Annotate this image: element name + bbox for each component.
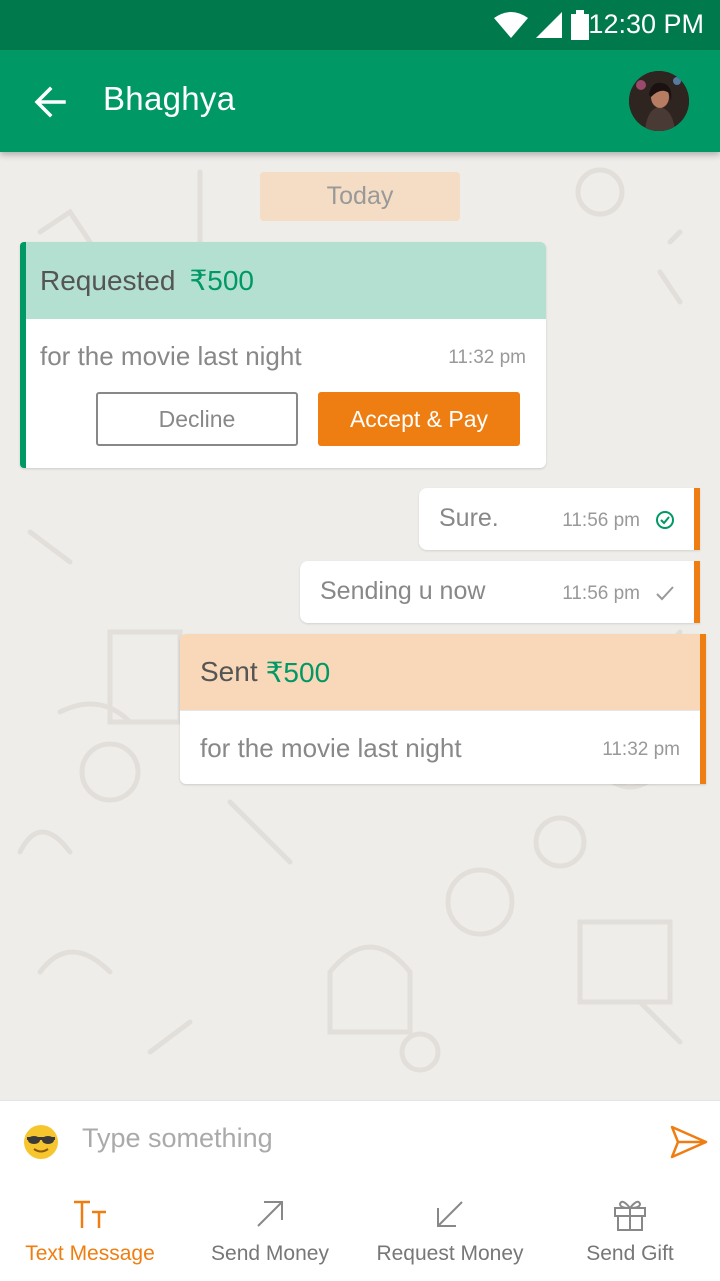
tab-send-money[interactable]: Send Money xyxy=(180,1196,360,1281)
arrow-down-left-icon xyxy=(437,1201,463,1227)
message-bubble[interactable]: Sure. 11:56 pm xyxy=(419,488,700,550)
tab-label: Send Gift xyxy=(586,1242,674,1265)
sent-time: 11:32 pm xyxy=(602,739,680,760)
status-icons xyxy=(494,10,590,40)
sent-note-row: for the movie last night 11:32 pm xyxy=(180,711,700,783)
status-bar: 12:30 PM xyxy=(0,0,720,50)
app-bar: Bhaghya xyxy=(0,50,720,152)
sent-header: Sent ₹500 xyxy=(180,634,700,711)
money-sent-card: Sent ₹500 for the movie last night 11:32… xyxy=(180,634,706,784)
check-circle-icon xyxy=(656,511,674,529)
contact-name: Bhaghya xyxy=(103,80,236,117)
request-label: Requested xyxy=(40,264,176,296)
wifi-icon xyxy=(494,12,528,38)
check-icon xyxy=(656,586,674,601)
message-time: 11:56 pm xyxy=(562,583,640,604)
battery-icon xyxy=(571,10,589,40)
message-text: Sure. xyxy=(439,504,499,532)
message-bubble[interactable]: Sending u now 11:56 pm xyxy=(300,561,700,623)
sent-label: Sent xyxy=(200,656,258,687)
money-request-card: Requested ₹500 for the movie last night … xyxy=(20,242,546,468)
avatar[interactable] xyxy=(629,71,689,131)
chat-area[interactable]: Today Requested ₹500 for the movie last … xyxy=(0,152,720,1100)
emoji-sunglasses-icon[interactable] xyxy=(22,1123,60,1161)
composer-area: Text Message Send Money Request Money Se… xyxy=(0,1100,720,1281)
back-arrow-icon[interactable] xyxy=(30,80,74,124)
request-time: 11:32 pm xyxy=(448,347,526,368)
message-input[interactable] xyxy=(82,1123,642,1154)
tab-request-money[interactable]: Request Money xyxy=(360,1196,540,1281)
sent-note: for the movie last night xyxy=(200,733,462,763)
tab-label: Text Message xyxy=(25,1242,155,1265)
accept-pay-button[interactable]: Accept & Pay xyxy=(318,392,520,446)
send-icon[interactable] xyxy=(670,1125,708,1159)
message-text: Sending u now xyxy=(320,577,486,605)
arrow-up-right-icon xyxy=(257,1201,283,1227)
decline-button[interactable]: Decline xyxy=(96,392,298,446)
request-note: for the movie last night xyxy=(40,341,302,371)
sent-amount: ₹500 xyxy=(265,656,331,688)
tab-text-message[interactable]: Text Message xyxy=(0,1196,180,1281)
gift-icon xyxy=(614,1200,646,1231)
tab-label: Send Money xyxy=(211,1242,329,1265)
signal-icon xyxy=(536,12,562,38)
tab-send-gift[interactable]: Send Gift xyxy=(540,1196,720,1281)
date-chip: Today xyxy=(260,172,460,221)
avatar-image xyxy=(629,71,689,131)
tab-label: Request Money xyxy=(376,1242,524,1265)
status-time: 12:30 PM xyxy=(588,9,704,39)
request-header: Requested ₹500 xyxy=(26,242,546,319)
text-format-icon xyxy=(74,1200,106,1228)
message-time: 11:56 pm xyxy=(562,510,640,531)
request-note-row: for the movie last night 11:32 pm xyxy=(26,319,546,391)
request-amount: ₹500 xyxy=(189,265,254,296)
